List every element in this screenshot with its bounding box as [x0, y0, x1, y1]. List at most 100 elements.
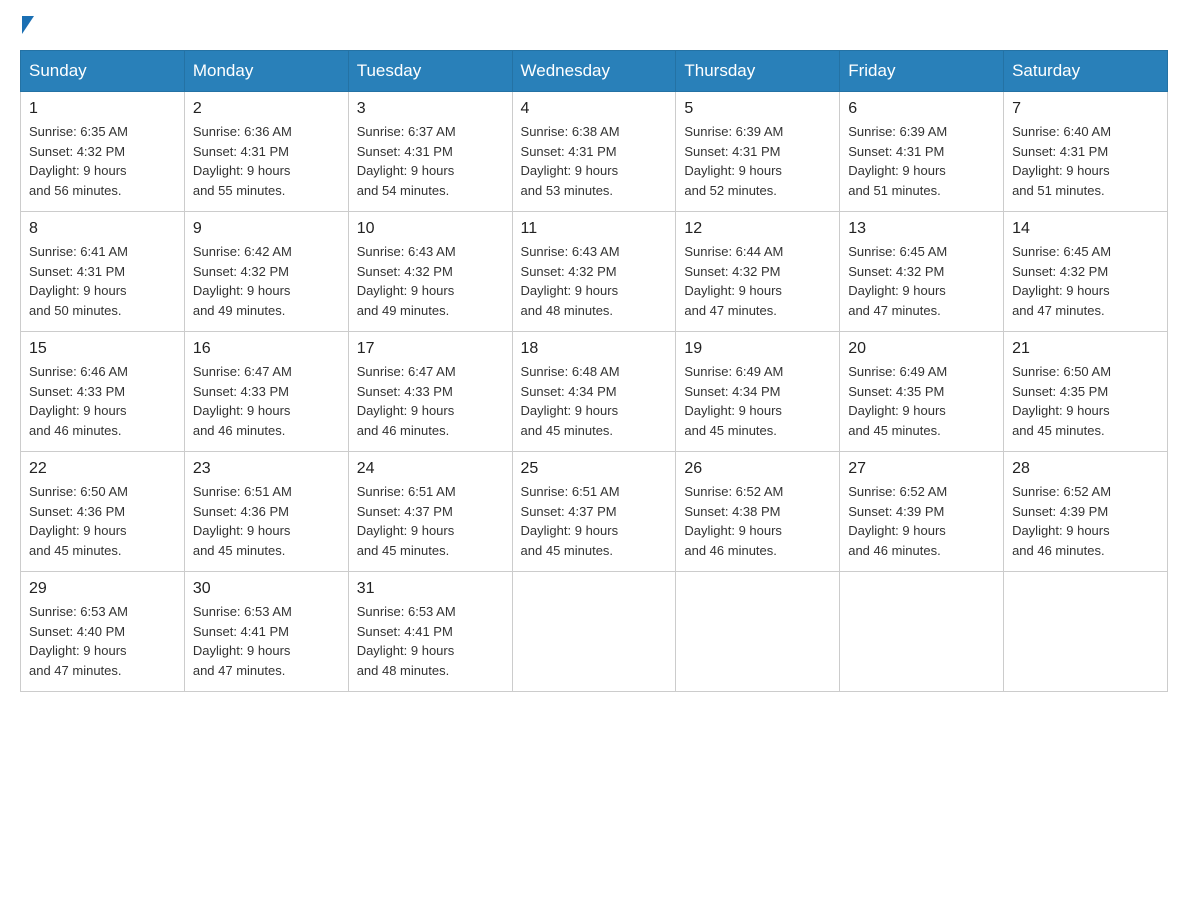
day-info: Sunrise: 6:36 AMSunset: 4:31 PMDaylight:…	[193, 124, 292, 198]
day-info: Sunrise: 6:37 AMSunset: 4:31 PMDaylight:…	[357, 124, 456, 198]
day-number: 25	[521, 460, 668, 478]
day-number: 5	[684, 100, 831, 118]
calendar-header-wednesday: Wednesday	[512, 51, 676, 92]
day-number: 29	[29, 580, 176, 598]
day-number: 20	[848, 340, 995, 358]
day-number: 22	[29, 460, 176, 478]
calendar-day-cell: 21 Sunrise: 6:50 AMSunset: 4:35 PMDaylig…	[1004, 332, 1168, 452]
day-info: Sunrise: 6:41 AMSunset: 4:31 PMDaylight:…	[29, 244, 128, 318]
day-info: Sunrise: 6:45 AMSunset: 4:32 PMDaylight:…	[1012, 244, 1111, 318]
calendar-day-cell: 22 Sunrise: 6:50 AMSunset: 4:36 PMDaylig…	[21, 452, 185, 572]
day-info: Sunrise: 6:47 AMSunset: 4:33 PMDaylight:…	[193, 364, 292, 438]
calendar-day-cell: 23 Sunrise: 6:51 AMSunset: 4:36 PMDaylig…	[184, 452, 348, 572]
day-info: Sunrise: 6:51 AMSunset: 4:36 PMDaylight:…	[193, 484, 292, 558]
day-number: 7	[1012, 100, 1159, 118]
day-number: 19	[684, 340, 831, 358]
calendar-week-row: 8 Sunrise: 6:41 AMSunset: 4:31 PMDayligh…	[21, 212, 1168, 332]
calendar-day-cell: 6 Sunrise: 6:39 AMSunset: 4:31 PMDayligh…	[840, 92, 1004, 212]
calendar-day-cell: 11 Sunrise: 6:43 AMSunset: 4:32 PMDaylig…	[512, 212, 676, 332]
day-info: Sunrise: 6:53 AMSunset: 4:41 PMDaylight:…	[193, 604, 292, 678]
calendar-day-cell: 8 Sunrise: 6:41 AMSunset: 4:31 PMDayligh…	[21, 212, 185, 332]
calendar-week-row: 15 Sunrise: 6:46 AMSunset: 4:33 PMDaylig…	[21, 332, 1168, 452]
calendar-day-cell: 27 Sunrise: 6:52 AMSunset: 4:39 PMDaylig…	[840, 452, 1004, 572]
calendar-header-monday: Monday	[184, 51, 348, 92]
day-number: 30	[193, 580, 340, 598]
day-number: 4	[521, 100, 668, 118]
calendar-day-cell	[512, 572, 676, 692]
day-info: Sunrise: 6:45 AMSunset: 4:32 PMDaylight:…	[848, 244, 947, 318]
calendar-day-cell: 1 Sunrise: 6:35 AMSunset: 4:32 PMDayligh…	[21, 92, 185, 212]
logo-arrow-icon	[22, 16, 34, 34]
day-info: Sunrise: 6:49 AMSunset: 4:35 PMDaylight:…	[848, 364, 947, 438]
day-number: 16	[193, 340, 340, 358]
calendar-day-cell	[1004, 572, 1168, 692]
calendar-day-cell: 30 Sunrise: 6:53 AMSunset: 4:41 PMDaylig…	[184, 572, 348, 692]
day-info: Sunrise: 6:50 AMSunset: 4:35 PMDaylight:…	[1012, 364, 1111, 438]
calendar-day-cell: 25 Sunrise: 6:51 AMSunset: 4:37 PMDaylig…	[512, 452, 676, 572]
day-number: 28	[1012, 460, 1159, 478]
page-header	[20, 20, 1168, 34]
day-info: Sunrise: 6:39 AMSunset: 4:31 PMDaylight:…	[684, 124, 783, 198]
calendar-day-cell: 7 Sunrise: 6:40 AMSunset: 4:31 PMDayligh…	[1004, 92, 1168, 212]
calendar-day-cell: 26 Sunrise: 6:52 AMSunset: 4:38 PMDaylig…	[676, 452, 840, 572]
day-info: Sunrise: 6:50 AMSunset: 4:36 PMDaylight:…	[29, 484, 128, 558]
day-number: 18	[521, 340, 668, 358]
calendar-day-cell: 4 Sunrise: 6:38 AMSunset: 4:31 PMDayligh…	[512, 92, 676, 212]
day-number: 10	[357, 220, 504, 238]
day-number: 27	[848, 460, 995, 478]
calendar-day-cell: 12 Sunrise: 6:44 AMSunset: 4:32 PMDaylig…	[676, 212, 840, 332]
calendar-day-cell: 10 Sunrise: 6:43 AMSunset: 4:32 PMDaylig…	[348, 212, 512, 332]
calendar-week-row: 1 Sunrise: 6:35 AMSunset: 4:32 PMDayligh…	[21, 92, 1168, 212]
day-number: 13	[848, 220, 995, 238]
day-number: 6	[848, 100, 995, 118]
day-info: Sunrise: 6:53 AMSunset: 4:40 PMDaylight:…	[29, 604, 128, 678]
day-info: Sunrise: 6:35 AMSunset: 4:32 PMDaylight:…	[29, 124, 128, 198]
day-number: 2	[193, 100, 340, 118]
day-info: Sunrise: 6:49 AMSunset: 4:34 PMDaylight:…	[684, 364, 783, 438]
calendar-day-cell: 2 Sunrise: 6:36 AMSunset: 4:31 PMDayligh…	[184, 92, 348, 212]
day-info: Sunrise: 6:51 AMSunset: 4:37 PMDaylight:…	[357, 484, 456, 558]
calendar-day-cell	[840, 572, 1004, 692]
day-number: 26	[684, 460, 831, 478]
day-info: Sunrise: 6:52 AMSunset: 4:39 PMDaylight:…	[1012, 484, 1111, 558]
calendar-header-saturday: Saturday	[1004, 51, 1168, 92]
calendar-day-cell: 31 Sunrise: 6:53 AMSunset: 4:41 PMDaylig…	[348, 572, 512, 692]
day-info: Sunrise: 6:51 AMSunset: 4:37 PMDaylight:…	[521, 484, 620, 558]
calendar-day-cell: 13 Sunrise: 6:45 AMSunset: 4:32 PMDaylig…	[840, 212, 1004, 332]
day-info: Sunrise: 6:52 AMSunset: 4:38 PMDaylight:…	[684, 484, 783, 558]
calendar-day-cell: 9 Sunrise: 6:42 AMSunset: 4:32 PMDayligh…	[184, 212, 348, 332]
day-info: Sunrise: 6:43 AMSunset: 4:32 PMDaylight:…	[521, 244, 620, 318]
day-info: Sunrise: 6:38 AMSunset: 4:31 PMDaylight:…	[521, 124, 620, 198]
day-number: 17	[357, 340, 504, 358]
day-info: Sunrise: 6:46 AMSunset: 4:33 PMDaylight:…	[29, 364, 128, 438]
calendar-day-cell: 29 Sunrise: 6:53 AMSunset: 4:40 PMDaylig…	[21, 572, 185, 692]
calendar-week-row: 22 Sunrise: 6:50 AMSunset: 4:36 PMDaylig…	[21, 452, 1168, 572]
day-number: 12	[684, 220, 831, 238]
day-number: 24	[357, 460, 504, 478]
calendar-day-cell: 16 Sunrise: 6:47 AMSunset: 4:33 PMDaylig…	[184, 332, 348, 452]
calendar-header-tuesday: Tuesday	[348, 51, 512, 92]
day-info: Sunrise: 6:53 AMSunset: 4:41 PMDaylight:…	[357, 604, 456, 678]
day-number: 31	[357, 580, 504, 598]
calendar-header-thursday: Thursday	[676, 51, 840, 92]
day-number: 14	[1012, 220, 1159, 238]
day-info: Sunrise: 6:52 AMSunset: 4:39 PMDaylight:…	[848, 484, 947, 558]
calendar-header-sunday: Sunday	[21, 51, 185, 92]
day-info: Sunrise: 6:44 AMSunset: 4:32 PMDaylight:…	[684, 244, 783, 318]
day-info: Sunrise: 6:48 AMSunset: 4:34 PMDaylight:…	[521, 364, 620, 438]
calendar-day-cell: 15 Sunrise: 6:46 AMSunset: 4:33 PMDaylig…	[21, 332, 185, 452]
day-info: Sunrise: 6:40 AMSunset: 4:31 PMDaylight:…	[1012, 124, 1111, 198]
calendar-day-cell: 3 Sunrise: 6:37 AMSunset: 4:31 PMDayligh…	[348, 92, 512, 212]
day-number: 9	[193, 220, 340, 238]
day-number: 3	[357, 100, 504, 118]
day-number: 11	[521, 220, 668, 238]
calendar-day-cell: 5 Sunrise: 6:39 AMSunset: 4:31 PMDayligh…	[676, 92, 840, 212]
calendar-day-cell: 19 Sunrise: 6:49 AMSunset: 4:34 PMDaylig…	[676, 332, 840, 452]
day-info: Sunrise: 6:47 AMSunset: 4:33 PMDaylight:…	[357, 364, 456, 438]
day-number: 8	[29, 220, 176, 238]
calendar-day-cell: 24 Sunrise: 6:51 AMSunset: 4:37 PMDaylig…	[348, 452, 512, 572]
day-number: 1	[29, 100, 176, 118]
calendar-day-cell	[676, 572, 840, 692]
calendar-day-cell: 17 Sunrise: 6:47 AMSunset: 4:33 PMDaylig…	[348, 332, 512, 452]
calendar-day-cell: 20 Sunrise: 6:49 AMSunset: 4:35 PMDaylig…	[840, 332, 1004, 452]
